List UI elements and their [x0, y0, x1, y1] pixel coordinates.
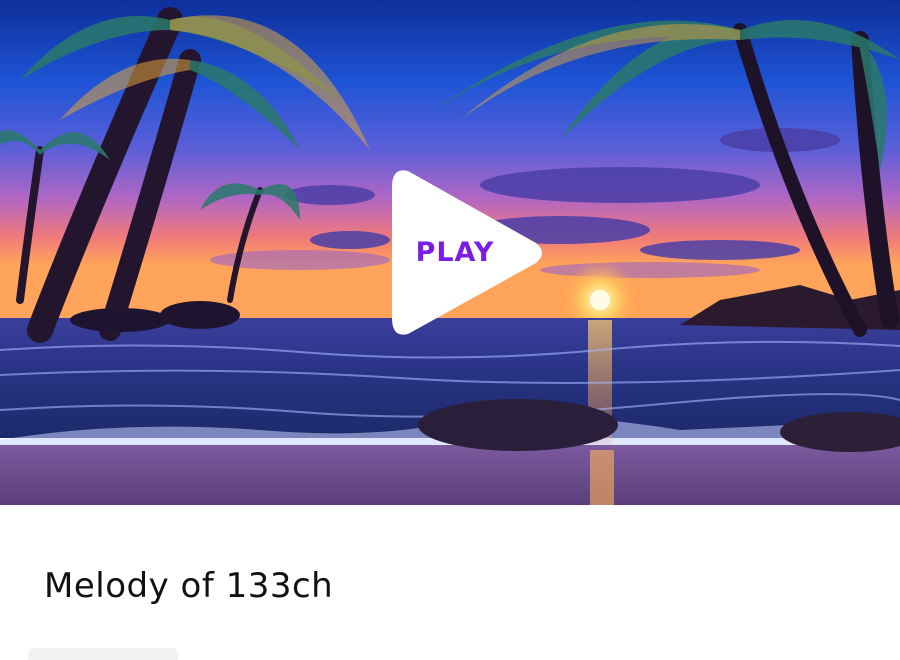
video-thumbnail[interactable]: PLAY [0, 0, 900, 505]
track-title: Melody of 133ch [44, 566, 334, 606]
play-label: PLAY [415, 237, 495, 268]
partial-element [28, 648, 178, 660]
play-button[interactable]: PLAY [386, 165, 546, 340]
